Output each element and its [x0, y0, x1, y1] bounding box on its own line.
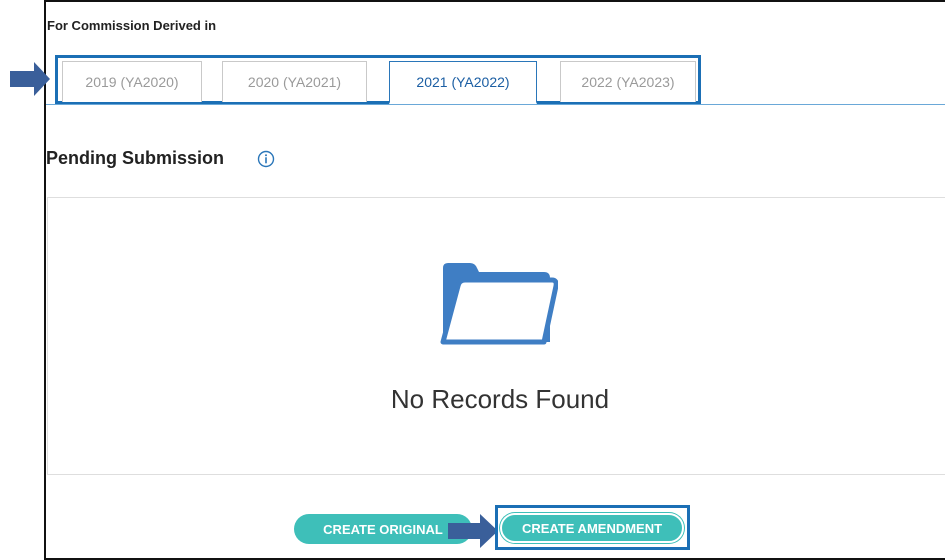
info-circle-icon[interactable] [257, 150, 275, 168]
tab-2021[interactable]: 2021 (YA2022) [389, 61, 537, 104]
tab-2019[interactable]: 2019 (YA2020) [62, 61, 202, 102]
create-amendment-button[interactable]: CREATE AMENDMENT [500, 513, 684, 543]
create-original-button[interactable]: CREATE ORIGINAL [294, 514, 472, 544]
tab-2020[interactable]: 2020 (YA2021) [222, 61, 367, 102]
tabs-underline [46, 104, 945, 105]
annotation-arrow-amendment [448, 514, 498, 548]
no-records-message: No Records Found [390, 384, 610, 414]
section-label: For Commission Derived in [47, 18, 217, 33]
folder-icon [440, 260, 559, 352]
pending-submission-title: Pending Submission [46, 148, 225, 168]
tab-2022[interactable]: 2022 (YA2023) [560, 61, 696, 102]
